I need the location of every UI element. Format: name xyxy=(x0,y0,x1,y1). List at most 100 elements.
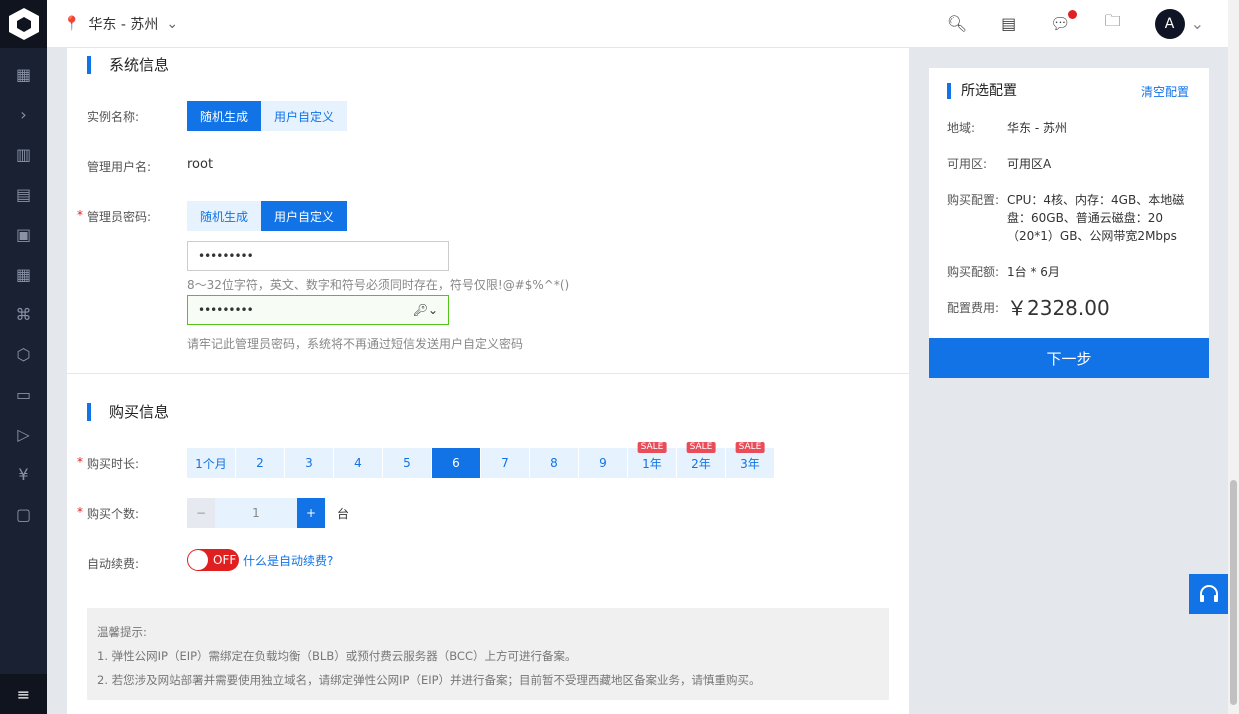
summary-card: 所选配置 清空配置 地域: 华东 - 苏州 可用区: 可用区A 购买配置: CPU：4… xyxy=(929,68,1209,338)
message-icon[interactable]: 💬︎ xyxy=(1050,10,1077,33)
toggle-state: OFF xyxy=(213,553,237,567)
admin-user-label: 管理用户名: xyxy=(87,160,152,174)
region-value: 华东 - 苏州 xyxy=(1007,121,1067,135)
help-folder-icon[interactable]: 🗀 xyxy=(1105,10,1121,37)
play-icon[interactable]: ▷ xyxy=(0,414,47,454)
duration-selector: 1个月 2 3 4 5 6 7 8 9 1年 SALE 2年 SALE 3年 SALE xyxy=(187,442,774,478)
sidebar: ▦ › ▥ ▤ ▣ ▦ ⌘ ⬡ ▭ ▷ ¥ ▢ ≡ xyxy=(0,0,47,714)
duration-option[interactable]: 2 xyxy=(236,448,284,478)
auto-renew-toggle[interactable]: OFF xyxy=(187,549,239,571)
logo[interactable] xyxy=(0,0,47,48)
instance-random-option[interactable]: 随机生成 xyxy=(187,101,262,131)
duration-option[interactable]: 4 xyxy=(334,448,382,478)
duration-option[interactable]: 9 xyxy=(579,448,627,478)
confirm-password-value: ••••••••• xyxy=(198,303,254,317)
duration-option[interactable]: 3 xyxy=(285,448,333,478)
billing-icon[interactable]: ¥ xyxy=(0,454,47,494)
fee-key: 配置费用: xyxy=(947,301,1000,315)
admin-user-value: root xyxy=(187,157,214,172)
count-label: 购买个数: xyxy=(77,505,139,522)
duration-option[interactable]: 1年 SALE xyxy=(628,442,676,478)
password-toggle: 随机生成 用户自定义 xyxy=(187,201,348,231)
tips-title: 温馨提示: xyxy=(97,625,147,639)
database-icon[interactable]: ▣ xyxy=(0,214,47,254)
cube-icon[interactable]: ⬡ xyxy=(0,334,47,374)
auto-renew-help-link[interactable]: 什么是自动续费? xyxy=(243,552,333,569)
duration-option[interactable]: 7 xyxy=(481,448,529,478)
section-title-system: 系统信息 xyxy=(87,56,169,74)
zone-value: 可用区A xyxy=(1007,157,1052,171)
region-key: 地域: xyxy=(947,121,976,135)
password-hint: 8～32位字符，英文、数字和符号必须同时存在，符号仅限!@#$%^*() xyxy=(187,278,570,292)
password-custom-option[interactable]: 用户自定义 xyxy=(261,201,348,231)
orders-icon[interactable]: ▤ xyxy=(1001,14,1016,33)
config-key: 购买配置: xyxy=(947,193,1000,207)
region-label: 华东 - 苏州 xyxy=(88,16,159,33)
grid-icon[interactable]: ▦ xyxy=(0,254,47,294)
customer-service-button[interactable] xyxy=(1189,574,1229,614)
topbar: 📍 华东 - 苏州 ⌄ 🔍︎ ▤ 💬︎ 🗀 A ⌄ xyxy=(47,0,1228,48)
clear-config-link[interactable]: 清空配置 xyxy=(1141,83,1189,100)
avatar: A xyxy=(1154,8,1185,39)
duration-option-label: 1个月 xyxy=(195,456,227,471)
expand-chevron-icon[interactable]: › xyxy=(0,94,47,134)
duration-option-label: 3年 xyxy=(740,456,760,471)
instance-name-label: 实例名称: xyxy=(87,110,140,124)
quota-key: 购买配额: xyxy=(947,265,1000,279)
sale-badge: SALE xyxy=(735,442,765,453)
chevron-down-icon: ⌄ xyxy=(166,15,179,32)
sale-badge: SALE xyxy=(686,442,716,453)
toggle-knob xyxy=(188,550,208,570)
password-label: 管理员密码: xyxy=(77,208,151,225)
confirm-password-input[interactable]: ••••••••• 🔑︎⌄ xyxy=(187,295,449,325)
renew-label: 自动续费: xyxy=(87,557,140,571)
network-icon[interactable]: ⌘ xyxy=(0,294,47,334)
duration-option[interactable]: 6 xyxy=(432,448,480,478)
duration-option-label: 8 xyxy=(550,456,558,470)
summary-title: 所选配置 xyxy=(947,83,1017,99)
sale-badge: SALE xyxy=(637,442,667,453)
scrollbar[interactable] xyxy=(1228,0,1239,714)
password-random-option[interactable]: 随机生成 xyxy=(187,201,262,231)
building-icon[interactable]: ▥ xyxy=(0,134,47,174)
scrollbar-thumb[interactable] xyxy=(1230,480,1237,705)
confirm-hint: 请牢记此管理员密码，系统将不再通过短信发送用户自定义密码 xyxy=(187,337,524,351)
menu-icon[interactable]: ≡ xyxy=(0,674,47,714)
quota-value: 1台 * 6月 xyxy=(1007,265,1060,279)
key-dropdown-icon[interactable]: 🔑︎⌄ xyxy=(413,303,438,317)
id-card-icon[interactable]: ▢ xyxy=(0,494,47,534)
duration-option[interactable]: 8 xyxy=(530,448,578,478)
quantity-input[interactable]: 1 xyxy=(215,498,297,528)
tips-line: 2. 若您涉及网站部署并需要使用独立域名，请绑定弹性公网IP（EIP）并进行备案… xyxy=(97,673,761,687)
user-menu[interactable]: A ⌄ xyxy=(1154,8,1204,39)
next-step-button[interactable]: 下一步 xyxy=(929,338,1209,378)
unit-label: 台 xyxy=(337,506,350,521)
duration-option-label: 3 xyxy=(305,456,313,470)
dashboard-icon[interactable]: ▦ xyxy=(0,54,47,94)
quantity-stepper: − 1 + 台 xyxy=(187,498,349,528)
decrement-button[interactable]: − xyxy=(187,498,215,528)
location-pin-icon: 📍 xyxy=(63,15,81,32)
duration-label: 购买时长: xyxy=(77,455,139,472)
duration-option[interactable]: 1个月 xyxy=(187,448,235,478)
duration-option[interactable]: 5 xyxy=(383,448,431,478)
divider xyxy=(67,373,909,374)
search-icon[interactable]: 🔍︎ xyxy=(947,14,967,33)
duration-option-label: 7 xyxy=(501,456,509,470)
duration-option-label: 5 xyxy=(403,456,411,470)
increment-button[interactable]: + xyxy=(297,498,325,528)
duration-option[interactable]: 3年 SALE xyxy=(726,442,774,478)
duration-option[interactable]: 2年 SALE xyxy=(677,442,725,478)
password-input[interactable]: ••••••••• xyxy=(187,241,449,271)
storage-icon[interactable]: ▤ xyxy=(0,174,47,214)
section-title-purchase: 购买信息 xyxy=(87,403,169,421)
tips-box: 温馨提示: 1. 弹性公网IP（EIP）需绑定在负载均衡（BLB）或预付费云服务… xyxy=(87,608,889,700)
duration-option-label: 2年 xyxy=(691,456,711,471)
chevron-down-icon: ⌄ xyxy=(1190,14,1204,33)
fee-value: ￥2328.00 xyxy=(1007,296,1110,320)
instance-custom-option[interactable]: 用户自定义 xyxy=(261,101,348,131)
region-selector[interactable]: 📍 华东 - 苏州 ⌄ xyxy=(63,14,178,34)
tips-line: 1. 弹性公网IP（EIP）需绑定在负载均衡（BLB）或预付费云服务器（BCC）… xyxy=(97,649,577,663)
video-icon[interactable]: ▭ xyxy=(0,374,47,414)
duration-option-label: 6 xyxy=(452,456,460,470)
